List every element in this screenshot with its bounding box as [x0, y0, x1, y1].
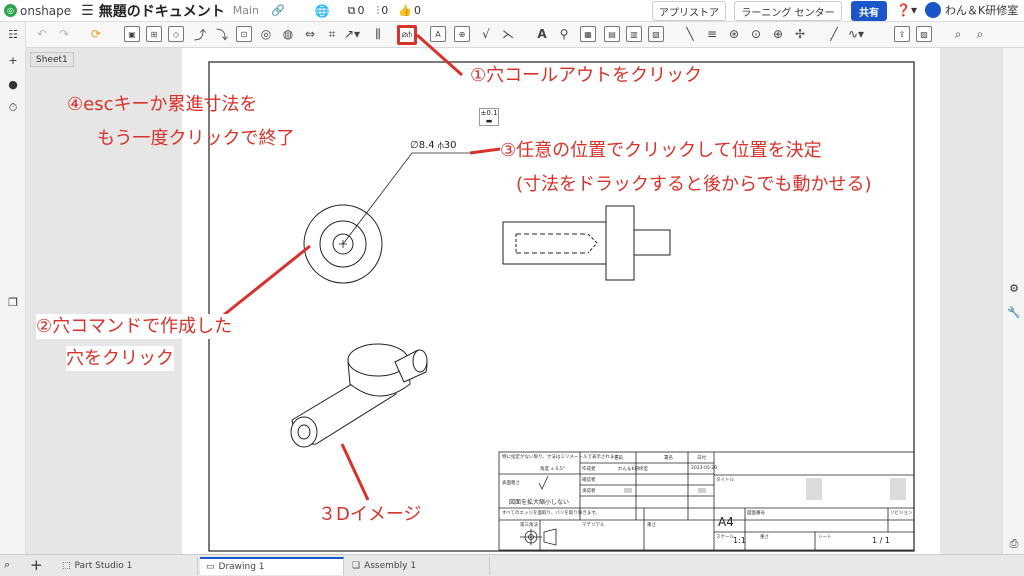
tb-sheet-number: 1 / 1	[872, 536, 890, 545]
tb-created-by: 作成者	[582, 467, 596, 472]
isometric-view	[290, 343, 428, 448]
annotation-step1: ①穴コールアウトをクリック	[470, 63, 703, 89]
arrow-step5	[340, 443, 370, 501]
arrow-step2	[219, 244, 311, 320]
tb-name: 名前	[614, 456, 623, 461]
tb-date: 日付	[697, 456, 706, 461]
tb-revision: リビジョン	[890, 511, 913, 516]
tolerance-popup[interactable]: ±0.1 ▬	[479, 108, 499, 126]
tb-author-value: わん＆K研修室	[618, 467, 648, 472]
bottom-tab-bar: ⌕ + ⬚ Part Studio 1 ▭ Drawing 1 ❏ Assemb…	[0, 554, 1024, 576]
add-tab-icon[interactable]: +	[30, 556, 43, 574]
iso-hole	[297, 424, 311, 440]
hole-callout-dimension[interactable]: ∅8.4 ⫛30	[410, 140, 456, 151]
side-flange	[605, 205, 635, 281]
tb-drawing-number: 図面番号	[747, 511, 765, 516]
drawing-icon: ▭	[206, 562, 215, 572]
tab-part-studio[interactable]: ⬚ Part Studio 1	[56, 557, 198, 575]
arrow-step3	[469, 147, 501, 155]
tolerance-label: ±0.1	[480, 109, 498, 117]
annotation-3d-image: ３Dイメージ	[318, 504, 422, 525]
tb-edges: すべてのエッジを面取り、バリを取り除きます。	[502, 511, 600, 516]
hidden-drill-tip	[587, 233, 598, 254]
arrow-step1	[416, 33, 463, 77]
tb-scale: 1:1	[733, 536, 746, 545]
side-shaft	[502, 221, 607, 265]
annotation-step4-line1: ④escキーか累進寸法を	[67, 94, 258, 115]
part-studio-icon: ⬚	[62, 561, 71, 571]
tb-angle: 角度 ± 0.5°	[540, 467, 566, 472]
sheet-border	[208, 61, 915, 552]
tb-title: タイトル	[716, 478, 734, 483]
annotation-arrows	[219, 33, 501, 501]
assembly-icon: ❏	[352, 561, 361, 571]
tb-material: マテリアル	[582, 523, 605, 528]
tolerance-icon: ▬	[485, 117, 493, 125]
side-boss	[633, 229, 671, 256]
tb-projection: 第三角法	[520, 523, 538, 528]
tb-surface: 表面粗さ	[502, 481, 520, 486]
tb-general-tol: 特に指定がない限り、寸法はミリメートルで表示されます。	[502, 455, 623, 460]
tab-drawing[interactable]: ▭ Drawing 1	[200, 557, 344, 575]
tb-sheet-label: シート	[818, 535, 832, 540]
tab-assembly[interactable]: ❏ Assembly 1	[346, 557, 490, 575]
tb-weight: 重さ	[647, 523, 656, 528]
iso-boss-end	[412, 349, 428, 373]
annotation-step2-line2: 穴をクリック	[66, 346, 174, 372]
annotation-step3-line2: (寸法をドラックすると後からでも動かせる)	[516, 172, 872, 198]
tb-paper-size: A4	[718, 515, 734, 529]
third-angle-projection-symbol	[520, 528, 557, 546]
tb-signature: 署名	[664, 456, 673, 461]
annotation-step3-line1: ③任意の位置でクリックして位置を決定	[500, 138, 822, 164]
tb-scale-label: スケール	[716, 535, 734, 540]
tb-weight2: 重さ	[760, 535, 769, 540]
tb-date-value: 2023-05-29	[691, 466, 718, 471]
search-tabs-icon[interactable]: ⌕	[4, 558, 10, 572]
side-view	[502, 205, 671, 281]
annotation-step2-line1: ②穴コマンドで作成した	[36, 314, 233, 340]
tb-checked-by: 確認者	[582, 478, 596, 483]
title-block-placeholders	[624, 478, 906, 500]
tb-approved-by: 承認者	[582, 489, 596, 494]
surface-finish-symbol	[538, 475, 549, 490]
tb-no-scale-note: 図面を拡大縮小しない	[509, 499, 570, 506]
annotation-step4-line2: もう一度クリックで終了	[97, 128, 295, 149]
